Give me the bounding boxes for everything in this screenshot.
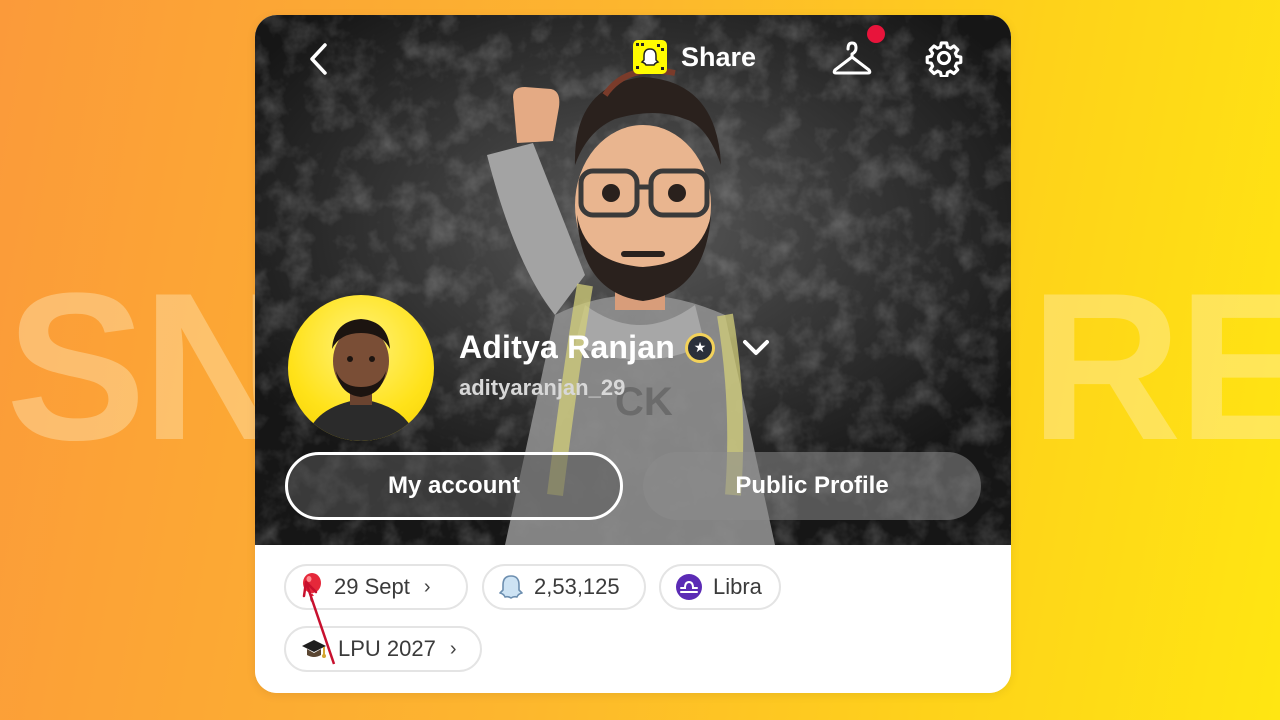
ghost-icon — [499, 575, 523, 599]
hanger-icon — [832, 41, 872, 75]
libra-icon — [676, 574, 702, 600]
profile-hero: CK Share Aditya Ranjan ★ adityaranjan_29… — [255, 15, 1011, 545]
chevron-right-icon: › — [449, 637, 457, 660]
public-profile-button[interactable]: Public Profile — [643, 452, 981, 520]
zodiac-text: Libra — [713, 574, 762, 599]
annotation-arrow — [302, 580, 336, 665]
zodiac-chip[interactable]: Libra — [659, 564, 781, 610]
profile-photo-image — [306, 319, 416, 441]
display-name: Aditya Ranjan — [459, 329, 675, 365]
wardrobe-button[interactable] — [827, 37, 877, 81]
birthday-text: 29 Sept — [334, 574, 410, 599]
watermark-right: RE — [1030, 249, 1280, 484]
profile-photo[interactable] — [288, 295, 434, 441]
username: adityaranjan_29 — [459, 375, 626, 400]
chevron-down-icon[interactable] — [741, 338, 771, 358]
share-button[interactable]: Share — [605, 35, 775, 79]
chevron-right-icon: › — [423, 575, 431, 598]
profile-card: CK Share Aditya Ranjan ★ adityaranjan_29… — [255, 15, 1011, 693]
notification-dot — [867, 25, 885, 43]
share-label: Share — [681, 41, 757, 72]
snapcode-icon — [633, 40, 667, 74]
settings-button[interactable] — [919, 35, 969, 81]
gear-icon — [925, 41, 963, 77]
profile-info-chips: 29 Sept › 2,53,125 Libra LPU 2027 › — [255, 545, 1011, 693]
school-text: LPU 2027 — [338, 636, 436, 661]
my-account-button[interactable]: My account — [285, 452, 623, 520]
back-button[interactable] — [289, 33, 349, 85]
star-badge-icon: ★ — [684, 332, 715, 363]
chevron-left-icon — [310, 43, 327, 75]
display-name-row[interactable]: Aditya Ranjan ★ — [459, 329, 771, 366]
snap-score-chip[interactable]: 2,53,125 — [482, 564, 646, 610]
watermark-left: SN — [6, 249, 294, 484]
snap-score-text: 2,53,125 — [534, 574, 620, 599]
